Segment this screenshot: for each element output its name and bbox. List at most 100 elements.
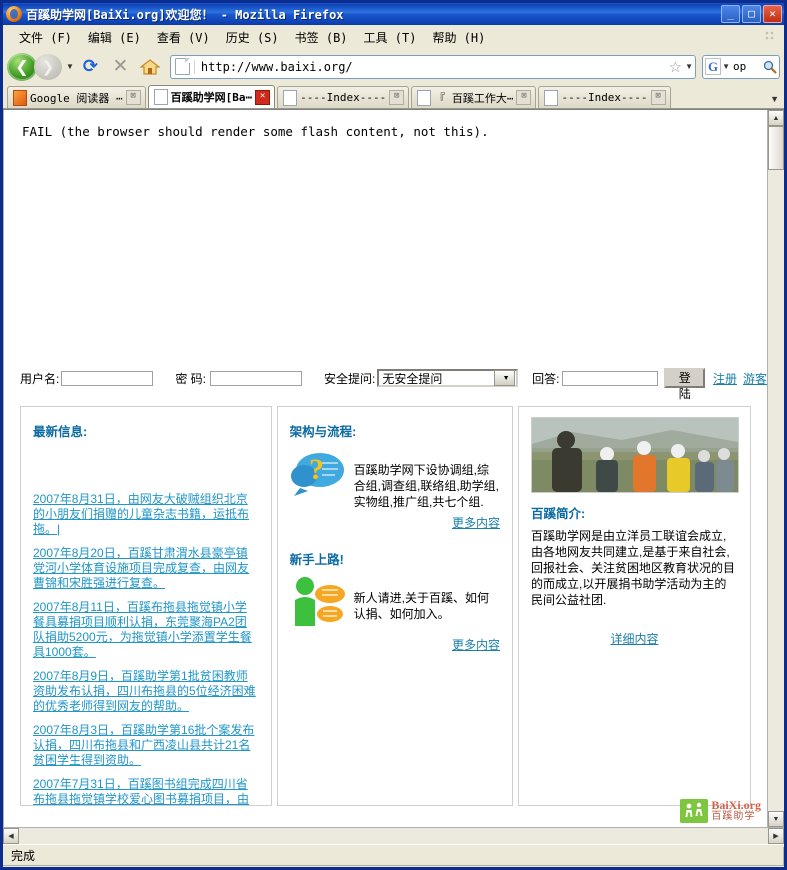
tab-close-icon[interactable]: ⊠	[651, 90, 666, 105]
tab-close-icon[interactable]: ⊠	[126, 90, 141, 105]
news-item[interactable]: 2007年8月31日，由网友大破贼组织北京的小朋友们捐赠的儿童杂志书籍，运抵布拖…	[33, 492, 259, 537]
news-column: 最新信息: 2007年8月31日，由网友大破贼组织北京的小朋友们捐赠的儿童杂志书…	[20, 406, 272, 806]
url-bar[interactable]: http://www.baixi.org/ ☆ ▼	[170, 55, 696, 79]
vertical-scroll-track[interactable]	[768, 126, 784, 811]
tab-bar: Google 阅读器 ⋯ ⊠ 百蹊助学网[Ba⋯ ✕ ----Index----…	[3, 83, 784, 109]
menu-help[interactable]: 帮助 (H)	[424, 27, 493, 48]
tab-baixi-work[interactable]: 『 百蹊工作大⋯ ⊠	[411, 86, 536, 108]
minimize-button[interactable]: _	[721, 5, 740, 23]
rss-icon	[13, 90, 27, 106]
structure-title: 架构与流程:	[290, 421, 500, 440]
tab-label: Google 阅读器 ⋯	[30, 90, 123, 106]
question-cloud-icon: ?	[290, 446, 346, 498]
menu-view[interactable]: 查看 (V)	[149, 27, 218, 48]
tab-index-1[interactable]: ----Index---- ⊠	[277, 86, 409, 108]
search-bar[interactable]: G ▼ op	[702, 55, 780, 79]
history-dropdown-icon[interactable]: ▼	[66, 62, 74, 71]
guest-link[interactable]: 游客	[743, 370, 767, 387]
news-item[interactable]: 2007年7月31日，百蹊图书组完成四川省布拖县拖觉镇学校爱心图书募捐项目，由网…	[33, 777, 259, 806]
tab-close-icon[interactable]: ✕	[255, 90, 270, 105]
about-column: 百蹊简介: 百蹊助学网是由立洋员工联谊会成立,由各地网友共同建立,是基于来自社会…	[518, 406, 751, 806]
search-icon[interactable]	[763, 60, 777, 74]
window-title: 百蹊助学网[BaiXi.org]欢迎您！ - Mozilla Firefox	[26, 6, 715, 23]
volunteers-group-photo	[531, 417, 739, 493]
scroll-right-button[interactable]: ▶	[768, 828, 784, 844]
home-icon[interactable]	[137, 53, 164, 80]
structure-text: 百蹊助学网下设协调组,综合组,调查组,联络组,助学组,实物组,推广组,共七个组.	[354, 446, 500, 510]
newcomer-more-link[interactable]: 更多内容	[290, 636, 500, 653]
about-title: 百蹊简介:	[531, 503, 738, 522]
title-bar: 百蹊助学网[BaiXi.org]欢迎您！ - Mozilla Firefox _…	[3, 3, 784, 25]
newcomer-block: 新人请进,关于百蹊、如何认捐、如何加入。	[290, 574, 500, 632]
tab-label: ----Index----	[300, 91, 386, 104]
baixi-brand-logo: BaiXi.org 百蹊助学	[680, 799, 761, 823]
reload-icon[interactable]: ⟳	[77, 53, 104, 80]
svg-text:?: ?	[309, 453, 324, 486]
structure-more-link[interactable]: 更多内容	[290, 514, 500, 531]
scroll-left-button[interactable]: ◀	[3, 828, 19, 844]
login-button[interactable]: 登陆	[664, 368, 705, 388]
tab-label: 『 百蹊工作大⋯	[434, 90, 513, 106]
forward-button[interactable]: ❯	[34, 54, 62, 80]
menu-bookmarks[interactable]: 书签 (B)	[287, 27, 356, 48]
url-dropdown-icon[interactable]: ▼	[685, 62, 693, 71]
security-question-value: 无安全提问	[379, 370, 442, 387]
news-item[interactable]: 2007年8月20日，百蹊甘肃渭水县豪亭镇党河小学体育设施项目完成复查，由网友曹…	[33, 546, 259, 591]
menu-edit[interactable]: 编辑 (E)	[80, 27, 149, 48]
bookmark-star-icon[interactable]: ☆	[667, 58, 684, 76]
stop-icon[interactable]: ✕	[107, 53, 134, 80]
menu-history[interactable]: 历史 (S)	[218, 27, 287, 48]
horizontal-scrollbar[interactable]: ◀ ▶	[3, 827, 784, 844]
about-text: 百蹊助学网是由立洋员工联谊会成立,由各地网友共同建立,是基于来自社会,回报社会、…	[531, 528, 738, 608]
news-item[interactable]: 2007年8月9日，百蹊助学第1批贫困教师资助发布认捐，四川布拖县的5位经济困难…	[33, 669, 259, 714]
news-item[interactable]: 2007年8月11日，百蹊布拖县拖觉镇小学餐具募捐项目顺利认捐，东莞聚海PA2团…	[33, 600, 259, 660]
security-question-select[interactable]: 无安全提问 ▼	[377, 369, 518, 387]
tab-close-icon[interactable]: ⊠	[389, 90, 404, 105]
firefox-window: 百蹊助学网[BaiXi.org]欢迎您！ - Mozilla Firefox _…	[0, 0, 787, 870]
answer-label: 回答:	[532, 370, 559, 387]
about-more-link[interactable]: 详细内容	[531, 630, 738, 647]
page-icon	[417, 90, 431, 106]
news-item[interactable]: 2007年8月3日，百蹊助学第16批个案发布认捐，四川布拖县和广西凌山县共计21…	[33, 723, 259, 768]
security-question-label: 安全提问:	[324, 370, 375, 387]
google-icon: G	[705, 58, 721, 75]
newcomer-text: 新人请进,关于百蹊、如何认捐、如何加入。	[354, 574, 500, 622]
tab-index-2[interactable]: ----Index---- ⊠	[538, 86, 670, 108]
answer-input[interactable]	[562, 371, 658, 386]
maximize-button[interactable]: □	[742, 5, 761, 23]
menu-file[interactable]: 文件 (F)	[11, 27, 80, 48]
menu-bar: 文件 (F) 编辑 (E) 查看 (V) 历史 (S) 书签 (B) 工具 (T…	[3, 25, 784, 50]
browser-viewport: FAIL (the browser should render some fla…	[3, 109, 784, 827]
search-engine-dropdown-icon[interactable]: ▼	[722, 62, 730, 71]
password-input[interactable]	[210, 371, 302, 386]
register-link[interactable]: 注册	[713, 370, 737, 387]
tab-close-icon[interactable]: ⊠	[516, 90, 531, 105]
brand-name-cn: 百蹊助学	[711, 811, 761, 822]
vertical-scrollbar[interactable]: ▲ ▼	[767, 110, 784, 827]
status-text: 完成	[3, 847, 784, 866]
scroll-down-button[interactable]: ▼	[768, 811, 784, 827]
login-form: 用户名: 密 码: 安全提问: 无安全提问 ▼ 回答: 登陆 注册 游客	[4, 368, 767, 388]
page-icon	[283, 90, 297, 106]
chevron-down-icon[interactable]: ▼	[494, 370, 515, 386]
close-button[interactable]: ✕	[763, 5, 782, 23]
scroll-up-button[interactable]: ▲	[768, 110, 784, 126]
toolbar-grip-icon	[764, 30, 778, 44]
url-input[interactable]: http://www.baixi.org/	[194, 60, 667, 74]
menu-tools[interactable]: 工具 (T)	[356, 27, 425, 48]
tab-google-reader[interactable]: Google 阅读器 ⋯ ⊠	[7, 86, 146, 108]
web-page-content: FAIL (the browser should render some fla…	[3, 110, 767, 827]
flash-fallback-text: FAIL (the browser should render some fla…	[4, 110, 767, 139]
content-columns: 最新信息: 2007年8月31日，由网友大破贼组织北京的小朋友们捐赠的儿童杂志书…	[20, 406, 751, 806]
status-bar: 完成	[3, 844, 784, 867]
vertical-scroll-thumb[interactable]	[768, 126, 784, 170]
horizontal-scroll-track[interactable]	[19, 828, 768, 844]
firefox-icon	[6, 6, 22, 22]
search-input[interactable]: op	[730, 60, 763, 73]
username-input[interactable]	[61, 371, 153, 386]
person-speech-icon	[290, 574, 346, 632]
tab-baixi-home[interactable]: 百蹊助学网[Ba⋯ ✕	[148, 85, 276, 108]
tab-list-dropdown-icon[interactable]: ▼	[770, 94, 784, 108]
back-button[interactable]: ❮	[7, 53, 37, 81]
baixi-logo-icon	[680, 799, 708, 823]
